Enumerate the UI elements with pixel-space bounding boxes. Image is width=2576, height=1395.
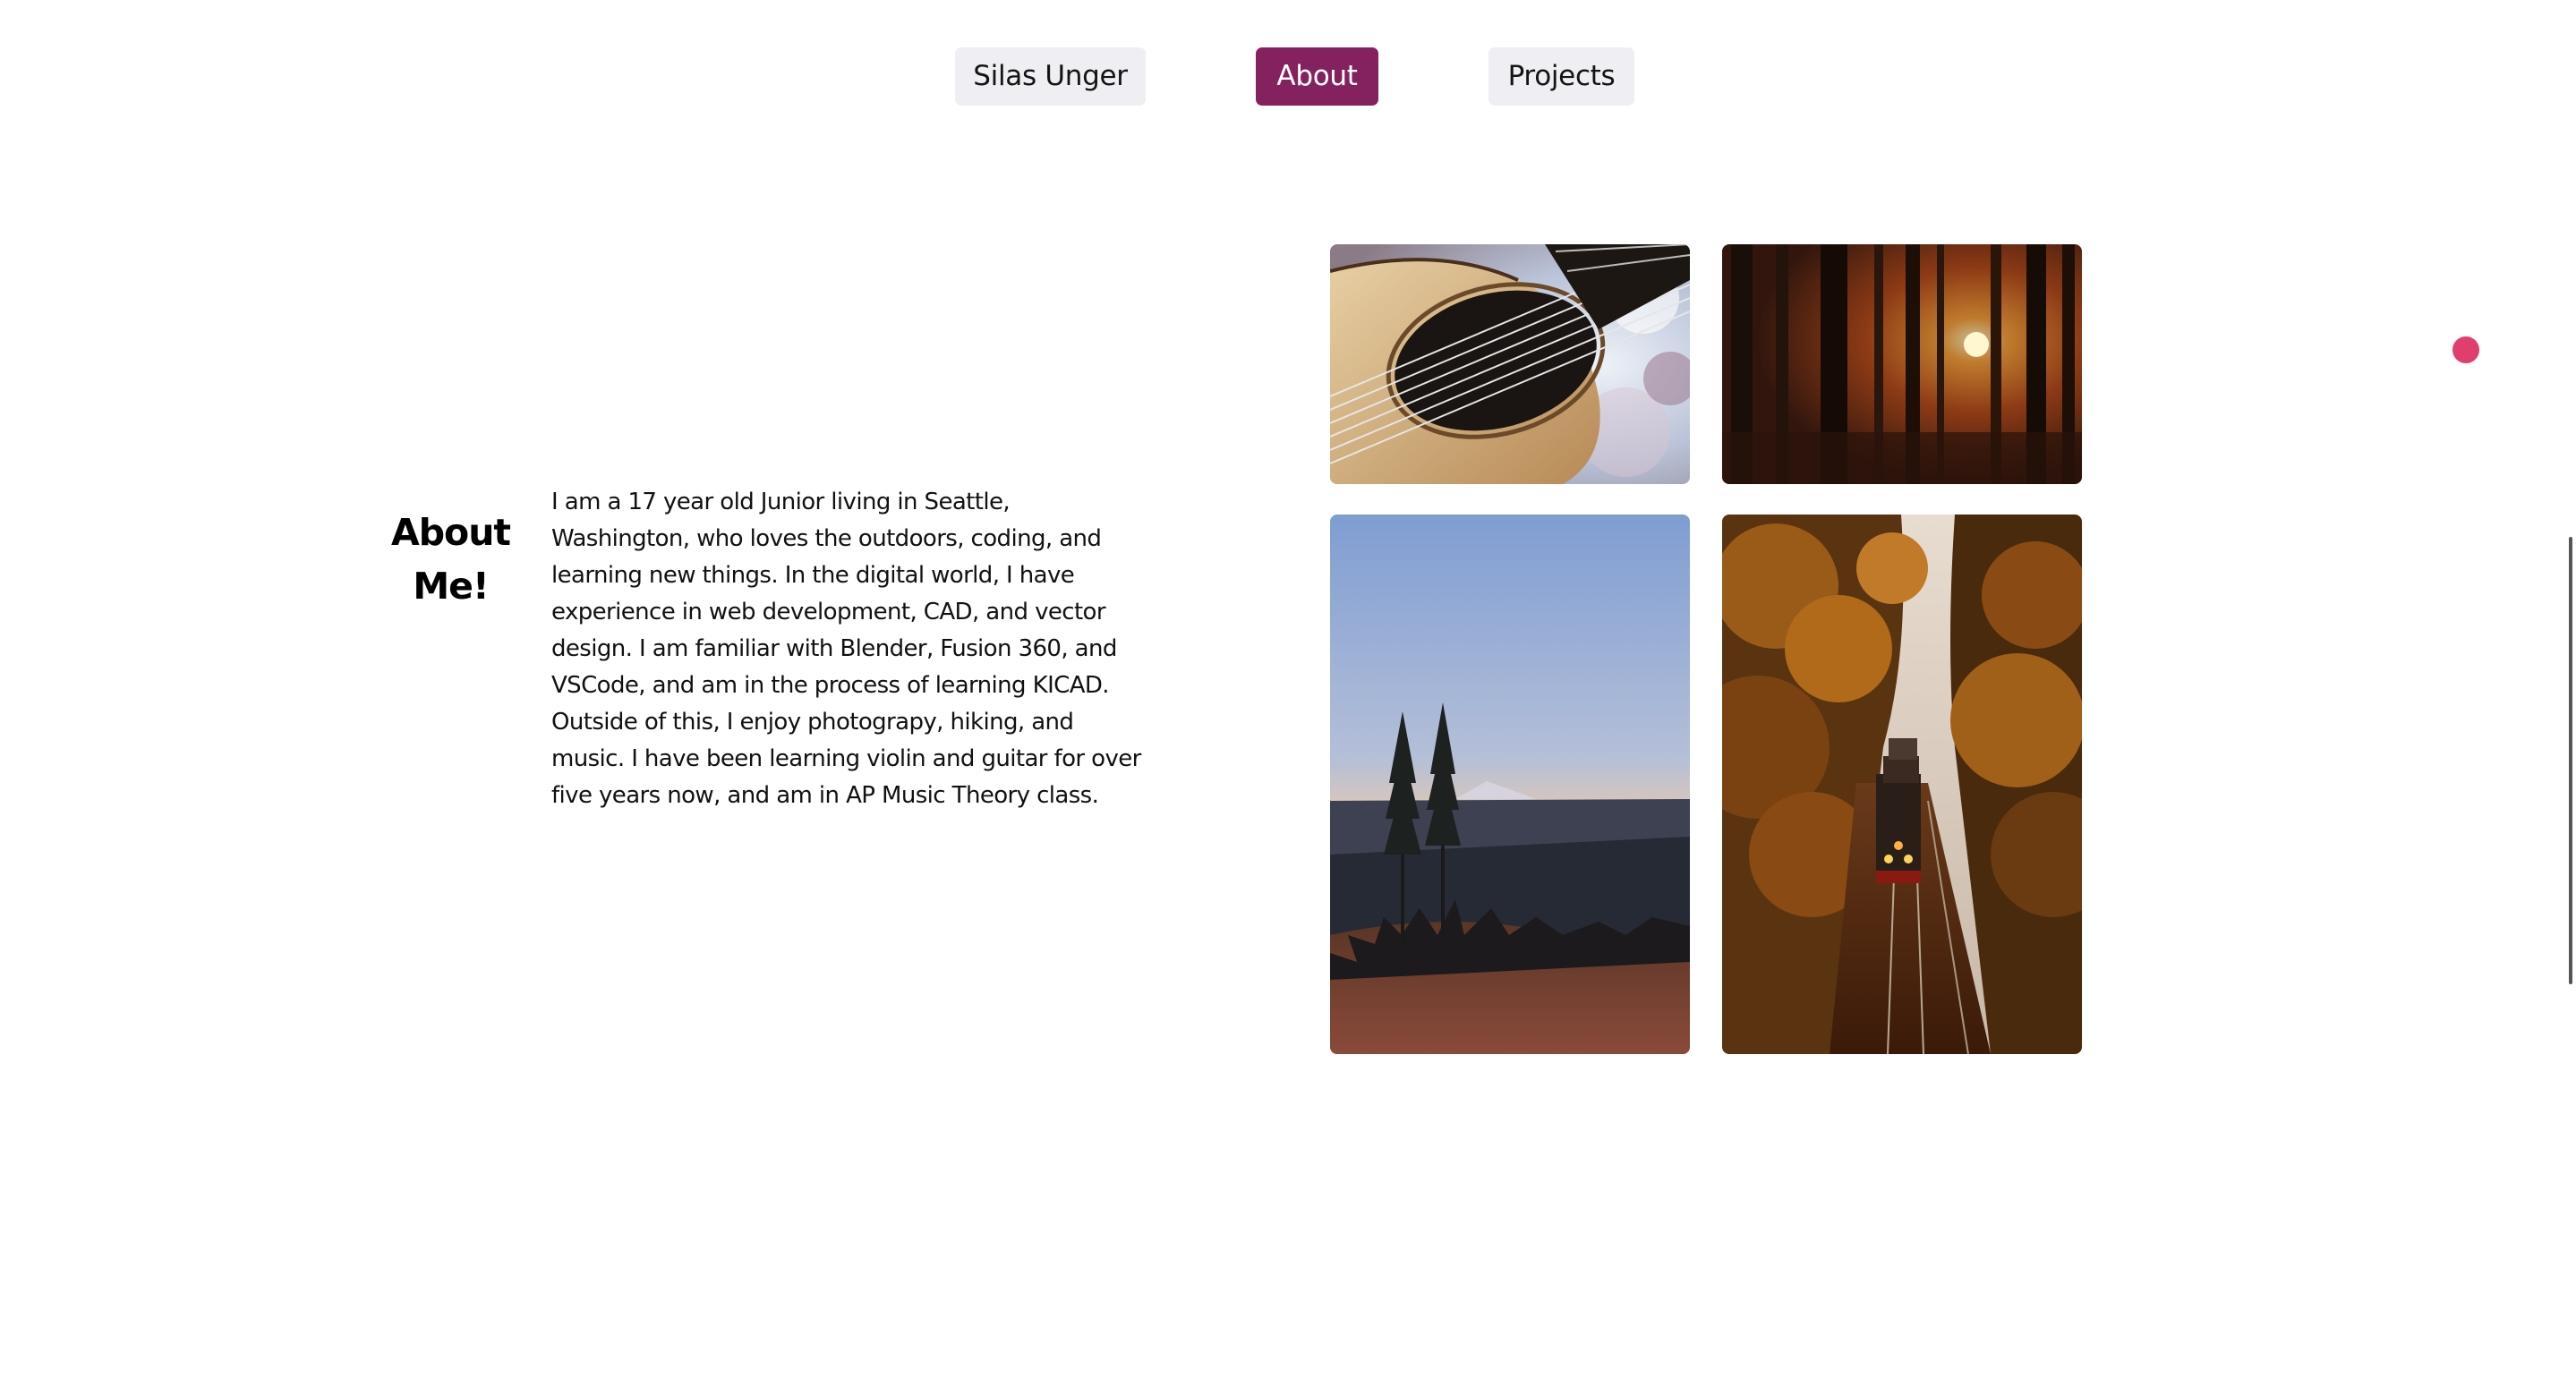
- forest-sunset-photo: [1722, 244, 2082, 484]
- guitar-photo: [1330, 244, 1690, 484]
- mountain-dusk-photo: [1330, 515, 1690, 1054]
- nav-projects-button[interactable]: Projects: [1488, 47, 1634, 106]
- about-line: experience in web development, CAD, and …: [551, 599, 1106, 625]
- about-heading: About Me!: [376, 506, 525, 613]
- about-line: learning new things. In the digital worl…: [551, 562, 1075, 589]
- accent-dot: [2452, 336, 2479, 363]
- autumn-train-photo: [1722, 515, 2082, 1054]
- about-line: I am a 17 year old Junior living in Seat…: [551, 489, 1011, 515]
- page-scrollbar[interactable]: [2569, 537, 2572, 984]
- about-line: music. I have been learning violin and g…: [551, 745, 1141, 772]
- page: Silas Unger About Projects About Me! I a…: [0, 0, 2576, 1395]
- about-paragraph: I am a 17 year old Junior living in Seat…: [551, 484, 1142, 814]
- about-line: Outside of this, I enjoy photograpy, hik…: [551, 709, 1074, 736]
- nav-home-button[interactable]: Silas Unger: [955, 47, 1146, 106]
- about-line: Washington, who loves the outdoors, codi…: [551, 525, 1102, 552]
- nav-about-button[interactable]: About: [1256, 47, 1378, 106]
- about-heading-line1: About: [390, 511, 511, 554]
- about-line: five years now, and am in AP Music Theor…: [551, 782, 1099, 809]
- about-heading-line2: Me!: [413, 565, 489, 608]
- about-line: design. I am familiar with Blender, Fusi…: [551, 635, 1117, 662]
- about-line: VSCode, and am in the process of learnin…: [551, 672, 1110, 699]
